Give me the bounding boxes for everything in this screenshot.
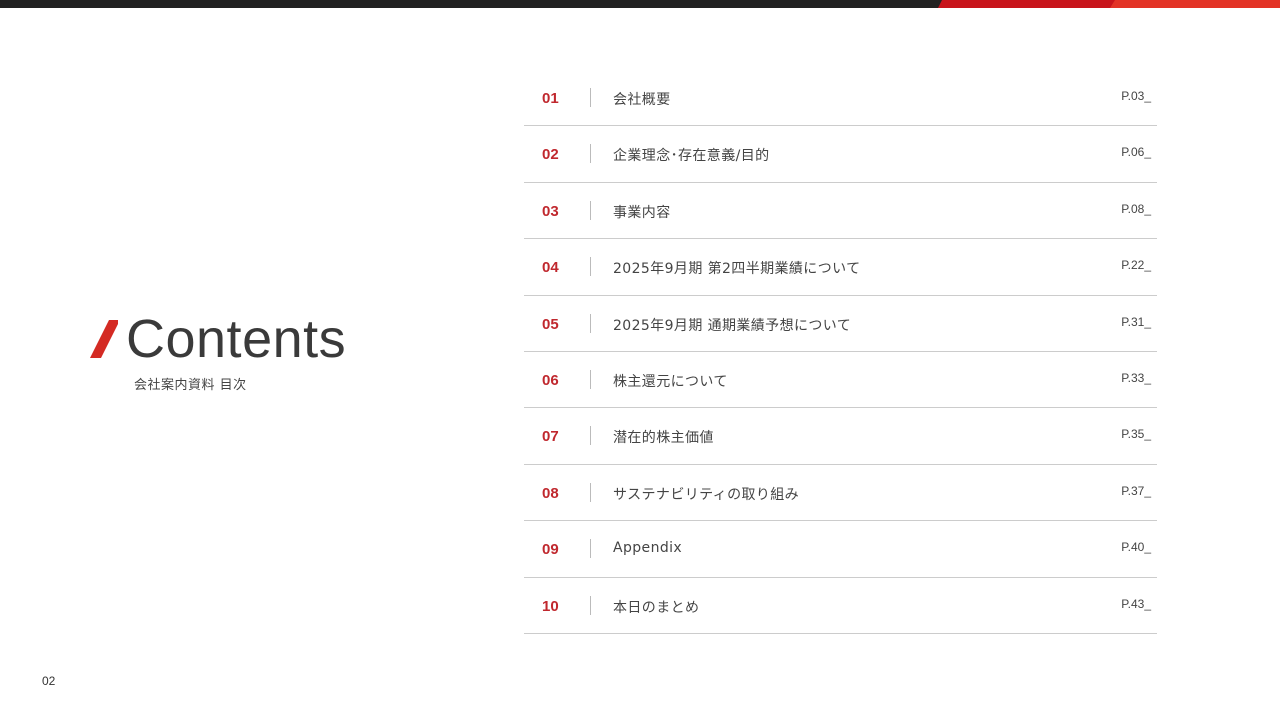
page-title: Contents [126, 309, 347, 369]
page-subtitle: 会社案内資料 目次 [134, 378, 247, 393]
accent-stripe-light [1110, 0, 1280, 8]
toc-item-01[interactable]: 01 会社概要 P.03_ [524, 70, 1157, 127]
toc-label: 会社概要 [613, 92, 671, 108]
toc-number: 08 [542, 484, 559, 502]
toc-separator [590, 200, 591, 220]
toc-separator [590, 257, 591, 277]
toc-item-09[interactable]: 09 Appendix P.40_ [524, 521, 1157, 578]
toc-item-04[interactable]: 04 2025年9月期 第2四半期業績について P.22_ [524, 239, 1157, 296]
toc-number: 04 [542, 259, 559, 277]
toc-page-ref: P.22_ [1121, 258, 1151, 273]
toc-separator [590, 369, 591, 389]
accent-stripe-dark [938, 0, 1118, 8]
toc-item-02[interactable]: 02 企業理念･存在意義/目的 P.06_ [524, 126, 1157, 183]
toc-separator [590, 144, 591, 164]
toc-item-03[interactable]: 03 事業内容 P.08_ [524, 183, 1157, 240]
toc-number: 07 [542, 428, 559, 446]
toc-label: Appendix [613, 540, 683, 557]
toc-item-05[interactable]: 05 2025年9月期 通期業績予想について P.31_ [524, 296, 1157, 352]
toc-page-ref: P.33_ [1121, 370, 1151, 385]
toc-label: 事業内容 [613, 204, 671, 221]
toc-label: 2025年9月期 第2四半期業績について [613, 261, 861, 278]
toc-number: 06 [542, 371, 559, 389]
toc-page-ref: P.03_ [1121, 89, 1151, 103]
toc-separator [590, 313, 591, 333]
toc-separator [590, 539, 591, 559]
toc-item-08[interactable]: 08 サステナビリティの取り組み P.37_ [524, 465, 1157, 522]
toc-page-ref: P.37_ [1121, 483, 1151, 498]
toc-item-06[interactable]: 06 株主還元について P.33_ [524, 352, 1157, 409]
toc-label: 企業理念･存在意義/目的 [613, 148, 770, 165]
toc-number: 05 [542, 315, 559, 333]
table-of-contents: 01 会社概要 P.03_ 02 企業理念･存在意義/目的 P.06_ 03 事… [524, 70, 1157, 634]
toc-label: 本日のまとめ [613, 599, 700, 616]
toc-separator [590, 426, 591, 446]
toc-number: 02 [542, 146, 559, 164]
toc-page-ref: P.43_ [1121, 596, 1151, 611]
toc-label: 株主還元について [613, 373, 728, 390]
toc-item-07[interactable]: 07 潜在的株主価値 P.35_ [524, 408, 1157, 465]
toc-number: 01 [542, 90, 559, 107]
toc-page-ref: P.31_ [1121, 314, 1151, 329]
toc-separator [590, 482, 591, 502]
toc-label: 2025年9月期 通期業績予想について [613, 317, 852, 334]
slash-icon [90, 320, 118, 358]
toc-number: 10 [542, 597, 559, 615]
toc-page-ref: P.06_ [1121, 145, 1151, 160]
toc-separator [590, 88, 591, 107]
toc-number: 03 [542, 202, 559, 220]
toc-item-10[interactable]: 10 本日のまとめ P.43_ [524, 578, 1157, 634]
toc-page-ref: P.35_ [1121, 427, 1151, 442]
toc-page-ref: P.40_ [1121, 540, 1151, 555]
toc-number: 09 [542, 541, 559, 559]
page-number: 02 [42, 674, 56, 688]
toc-label: サステナビリティの取り組み [613, 486, 800, 503]
toc-separator [590, 595, 591, 615]
toc-label: 潜在的株主価値 [613, 430, 714, 447]
toc-page-ref: P.08_ [1121, 201, 1151, 216]
